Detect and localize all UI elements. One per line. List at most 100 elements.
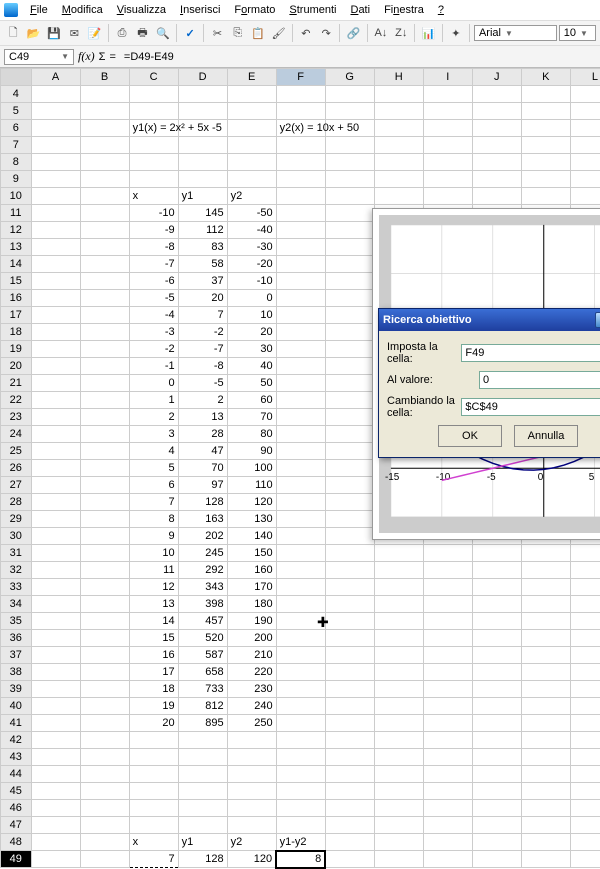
cell-A30[interactable] xyxy=(31,528,80,545)
cell-J39[interactable] xyxy=(472,681,521,698)
cell-D15[interactable]: 37 xyxy=(178,273,227,290)
cell-C49[interactable]: 7 xyxy=(129,851,178,868)
menu-format[interactable]: Formato xyxy=(228,2,281,18)
cell-G20[interactable] xyxy=(325,358,374,375)
cell-F43[interactable] xyxy=(276,749,325,766)
cell-B21[interactable] xyxy=(80,375,129,392)
cell-B19[interactable] xyxy=(80,341,129,358)
cell-A35[interactable] xyxy=(31,613,80,630)
font-name-select[interactable]: Arial ▼ xyxy=(474,25,557,41)
cell-K7[interactable] xyxy=(521,137,570,154)
cell-F6[interactable]: y2(x) = 10x + 50 xyxy=(276,120,325,137)
row-header-42[interactable]: 42 xyxy=(1,732,32,749)
cell-K43[interactable] xyxy=(521,749,570,766)
cell-G21[interactable] xyxy=(325,375,374,392)
sort-asc-button[interactable]: A↓ xyxy=(372,23,390,43)
cell-C40[interactable]: 19 xyxy=(129,698,178,715)
cell-F15[interactable] xyxy=(276,273,325,290)
cell-A22[interactable] xyxy=(31,392,80,409)
copy-button[interactable]: ⎘ xyxy=(229,23,247,43)
cell-I35[interactable] xyxy=(423,613,472,630)
cell-D36[interactable]: 520 xyxy=(178,630,227,647)
cell-C46[interactable] xyxy=(129,800,178,817)
cell-F45[interactable] xyxy=(276,783,325,800)
cell-F40[interactable] xyxy=(276,698,325,715)
cell-H38[interactable] xyxy=(374,664,423,681)
cell-H10[interactable] xyxy=(374,188,423,205)
cell-D23[interactable]: 13 xyxy=(178,409,227,426)
cell-F46[interactable] xyxy=(276,800,325,817)
cell-B33[interactable] xyxy=(80,579,129,596)
cell-E35[interactable]: 190 xyxy=(227,613,276,630)
cell-L38[interactable] xyxy=(570,664,600,681)
name-box[interactable]: C49 ▼ xyxy=(4,49,74,65)
cell-H40[interactable] xyxy=(374,698,423,715)
cell-D9[interactable] xyxy=(178,171,227,188)
save-button[interactable]: 💾 xyxy=(45,23,63,43)
cell-D25[interactable]: 47 xyxy=(178,443,227,460)
row-header-28[interactable]: 28 xyxy=(1,494,32,511)
row-header-12[interactable]: 12 xyxy=(1,222,32,239)
chart-button[interactable]: 📊 xyxy=(419,23,437,43)
row-header-41[interactable]: 41 xyxy=(1,715,32,732)
row-header-22[interactable]: 22 xyxy=(1,392,32,409)
cell-G43[interactable] xyxy=(325,749,374,766)
cell-E24[interactable]: 80 xyxy=(227,426,276,443)
cell-G22[interactable] xyxy=(325,392,374,409)
cell-J48[interactable] xyxy=(472,834,521,851)
cell-L10[interactable] xyxy=(570,188,600,205)
row-header-36[interactable]: 36 xyxy=(1,630,32,647)
cell-C14[interactable]: -7 xyxy=(129,256,178,273)
cell-L49[interactable] xyxy=(570,851,600,868)
row-header-38[interactable]: 38 xyxy=(1,664,32,681)
cell-E7[interactable] xyxy=(227,137,276,154)
cell-L33[interactable] xyxy=(570,579,600,596)
cell-G34[interactable] xyxy=(325,596,374,613)
cell-A37[interactable] xyxy=(31,647,80,664)
cell-B13[interactable] xyxy=(80,239,129,256)
cell-A21[interactable] xyxy=(31,375,80,392)
cell-D21[interactable]: -5 xyxy=(178,375,227,392)
cell-E32[interactable]: 160 xyxy=(227,562,276,579)
cell-L35[interactable] xyxy=(570,613,600,630)
cell-K8[interactable] xyxy=(521,154,570,171)
row-header-49[interactable]: 49 xyxy=(1,851,32,868)
cell-E5[interactable] xyxy=(227,103,276,120)
cell-F41[interactable] xyxy=(276,715,325,732)
cell-B14[interactable] xyxy=(80,256,129,273)
cell-C28[interactable]: 7 xyxy=(129,494,178,511)
cell-D20[interactable]: -8 xyxy=(178,358,227,375)
cell-B28[interactable] xyxy=(80,494,129,511)
cell-D43[interactable] xyxy=(178,749,227,766)
cell-E40[interactable]: 240 xyxy=(227,698,276,715)
cell-K49[interactable] xyxy=(521,851,570,868)
cell-B42[interactable] xyxy=(80,732,129,749)
cell-D40[interactable]: 812 xyxy=(178,698,227,715)
cell-F25[interactable] xyxy=(276,443,325,460)
cell-I34[interactable] xyxy=(423,596,472,613)
column-header-I[interactable]: I xyxy=(423,69,472,86)
cell-E18[interactable]: 20 xyxy=(227,324,276,341)
column-header-F[interactable]: F xyxy=(276,69,325,86)
cell-E44[interactable] xyxy=(227,766,276,783)
cell-B49[interactable] xyxy=(80,851,129,868)
cell-J8[interactable] xyxy=(472,154,521,171)
cell-A19[interactable] xyxy=(31,341,80,358)
cell-C35[interactable]: 14 xyxy=(129,613,178,630)
cell-G18[interactable] xyxy=(325,324,374,341)
cell-J34[interactable] xyxy=(472,596,521,613)
cell-L48[interactable] xyxy=(570,834,600,851)
to-value-input[interactable] xyxy=(479,371,600,389)
cell-G12[interactable] xyxy=(325,222,374,239)
cell-B26[interactable] xyxy=(80,460,129,477)
cell-G40[interactable] xyxy=(325,698,374,715)
row-header-26[interactable]: 26 xyxy=(1,460,32,477)
cell-E49[interactable]: 120 xyxy=(227,851,276,868)
cell-F48[interactable]: y1-y2 xyxy=(276,834,325,851)
cell-C41[interactable]: 20 xyxy=(129,715,178,732)
cell-D28[interactable]: 128 xyxy=(178,494,227,511)
cell-L40[interactable] xyxy=(570,698,600,715)
edit-doc-button[interactable]: 📝 xyxy=(86,23,104,43)
cell-B35[interactable] xyxy=(80,613,129,630)
cell-E10[interactable]: y2 xyxy=(227,188,276,205)
